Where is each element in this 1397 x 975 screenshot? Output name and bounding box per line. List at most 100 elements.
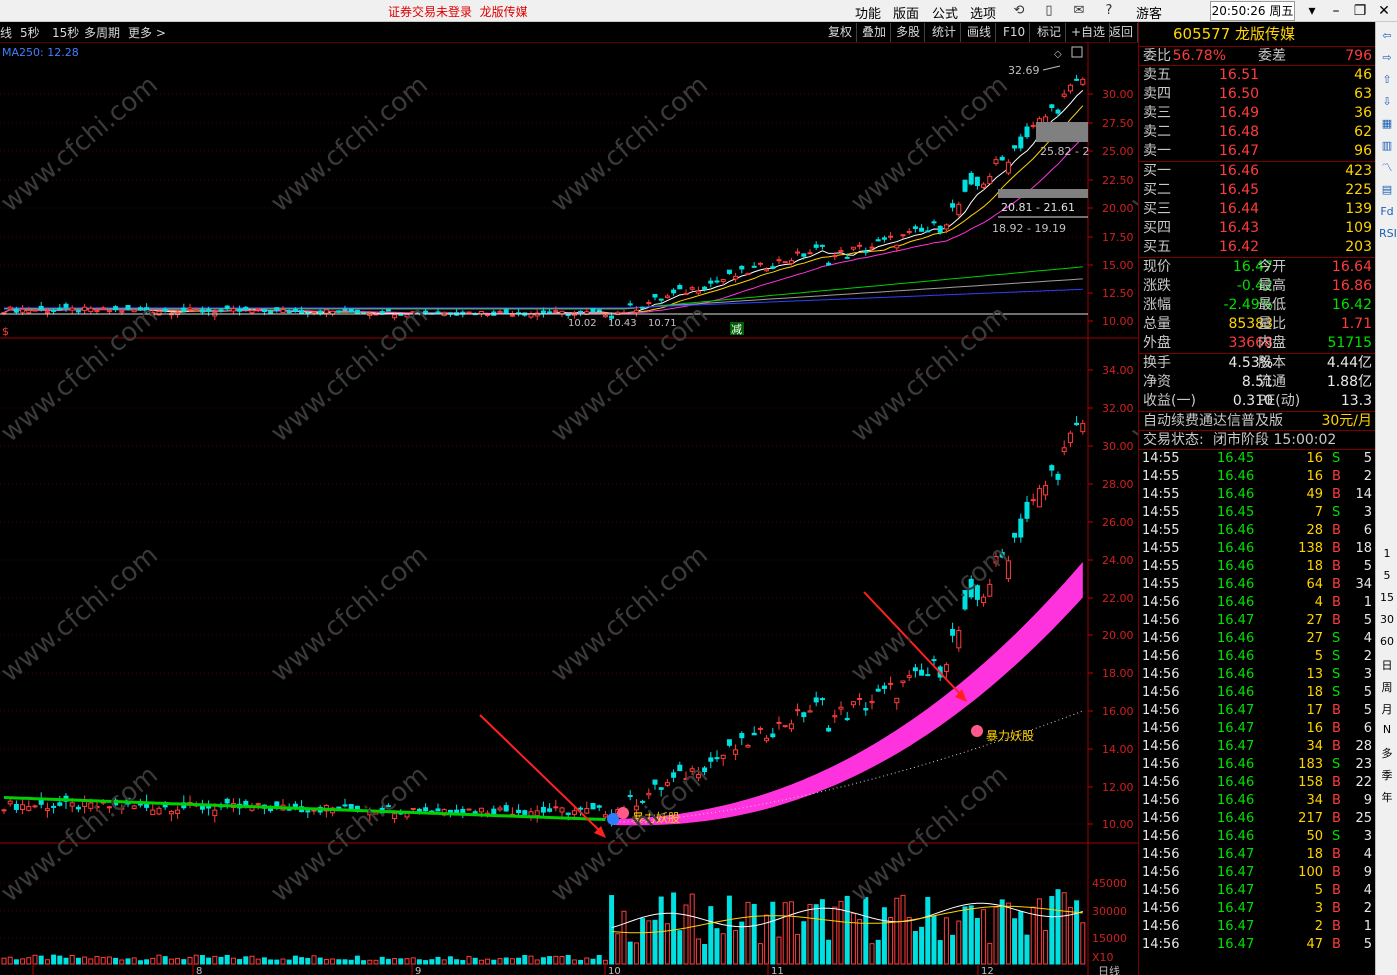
period-side-1[interactable]: 5 — [1376, 569, 1397, 582]
period-side-6[interactable]: 周 — [1376, 679, 1397, 695]
bar-chart-icon[interactable]: ▦ — [1379, 116, 1395, 132]
tick-price: 16.47 — [1217, 739, 1255, 754]
tool-draw[interactable]: 画线 — [963, 23, 997, 42]
tool-overlay[interactable]: 叠加 — [858, 23, 892, 42]
chart-svg[interactable]: MA250: 12.28 30.00 27.50 25.00 22.50 20.00 17… — [0, 43, 1294, 975]
tick-row[interactable]: 14:56 16.46 183 S 23 — [1139, 756, 1375, 774]
tool-f10[interactable]: F10 — [999, 23, 1031, 42]
tick-row[interactable]: 14:55 16.46 28 B 6 — [1139, 522, 1375, 540]
tick-row[interactable]: 14:56 16.46 27 S 4 — [1139, 630, 1375, 648]
tick-row[interactable]: 14:55 16.46 49 B 14 — [1139, 486, 1375, 504]
menu-formula[interactable]: 公式 — [932, 3, 958, 22]
phone-icon[interactable]: ▯ — [1040, 2, 1058, 20]
period-daily[interactable]: 线 — [0, 24, 12, 41]
mail-icon[interactable]: ✉ — [1070, 2, 1088, 20]
tick-row[interactable]: 14:56 16.46 50 S 3 — [1139, 828, 1375, 846]
period-5s[interactable]: 5秒 — [20, 24, 40, 41]
candle-icon[interactable]: ▥ — [1379, 138, 1395, 154]
volume-bar — [621, 910, 627, 965]
login-notice[interactable]: 证券交易未登录 龙版传媒 — [388, 3, 528, 20]
tick-row[interactable]: 14:56 16.47 16 B 6 — [1139, 720, 1375, 738]
fund-icon[interactable]: Fd — [1379, 204, 1395, 220]
period-multi[interactable]: 多周期 — [84, 24, 120, 41]
refresh-icon[interactable]: ⟲ — [1010, 2, 1028, 20]
help-icon[interactable]: ? — [1100, 2, 1118, 20]
menu-layout[interactable]: 版面 — [893, 3, 919, 22]
bid-row[interactable]: 买一 16.46 423 — [1139, 162, 1375, 181]
tool-mark[interactable]: 标记 — [1033, 23, 1067, 42]
ask-row[interactable]: 卖四 16.50 63 — [1139, 85, 1375, 104]
period-side-10[interactable]: 季 — [1376, 767, 1397, 783]
menu-options[interactable]: 选项 — [970, 3, 996, 22]
tick-row[interactable]: 14:56 16.47 18 B 4 — [1139, 846, 1375, 864]
dropdown-icon[interactable]: ▾ — [1302, 2, 1322, 20]
tick-row[interactable]: 14:56 16.47 27 B 5 — [1139, 612, 1375, 630]
candle-body — [838, 706, 844, 710]
period-side-2[interactable]: 15 — [1376, 591, 1397, 604]
tick-row[interactable]: 14:55 16.45 16 S 5 — [1139, 450, 1375, 468]
maximize-icon[interactable]: ❐ — [1350, 2, 1370, 20]
candle-body — [813, 697, 819, 703]
tick-list[interactable]: 14:55 16.45 16 S 5 14:55 16.46 16 B 2 14:55 16.46 49… — [1139, 450, 1375, 954]
line-chart-icon[interactable]: 〽 — [1379, 160, 1395, 176]
tick-row[interactable]: 14:56 16.47 17 B 5 — [1139, 702, 1375, 720]
panel-toggle-icon[interactable] — [1071, 46, 1083, 58]
tick-row[interactable]: 14:55 16.46 64 B 34 — [1139, 576, 1375, 594]
tick-row[interactable]: 14:56 16.46 4 B 1 — [1139, 594, 1375, 612]
period-side-5[interactable]: 日 — [1376, 657, 1397, 673]
diamond-icon[interactable]: ◇ — [1054, 49, 1062, 60]
arrow-left-icon[interactable]: ⇦ — [1379, 28, 1395, 44]
period-side-8[interactable]: N — [1376, 723, 1397, 736]
arrow-up-icon[interactable]: ⇧ — [1379, 72, 1395, 88]
tick-row[interactable]: 14:55 16.45 7 S 3 — [1139, 504, 1375, 522]
bid-row[interactable]: 买四 16.43 109 — [1139, 219, 1375, 238]
ask-row[interactable]: 卖五 16.51 46 — [1139, 66, 1375, 85]
tick-row[interactable]: 14:56 16.47 3 B 2 — [1139, 900, 1375, 918]
tick-row[interactable]: 14:56 16.47 100 B 9 — [1139, 864, 1375, 882]
menu-function[interactable]: 功能 — [855, 3, 881, 22]
tick-row[interactable]: 14:56 16.46 217 B 25 — [1139, 810, 1375, 828]
period-side-4[interactable]: 60 — [1376, 635, 1397, 648]
ask-row[interactable]: 卖二 16.48 62 — [1139, 123, 1375, 142]
tick-row[interactable]: 14:55 16.46 18 B 5 — [1139, 558, 1375, 576]
arrow-down-icon[interactable]: ⇩ — [1379, 94, 1395, 110]
period-side-7[interactable]: 月 — [1376, 701, 1397, 717]
tick-row[interactable]: 14:56 16.46 13 S 3 — [1139, 666, 1375, 684]
tool-add-watch[interactable]: +自选 — [1067, 23, 1111, 42]
tick-row[interactable]: 14:56 16.46 5 S 2 — [1139, 648, 1375, 666]
period-side-3[interactable]: 30 — [1376, 613, 1397, 626]
volume-bar — [38, 955, 44, 965]
tick-row[interactable]: 14:56 16.47 5 B 4 — [1139, 882, 1375, 900]
bid-row[interactable]: 买二 16.45 225 — [1139, 181, 1375, 200]
guest-label[interactable]: 游客 — [1136, 3, 1162, 22]
tick-row[interactable]: 14:56 16.46 158 B 22 — [1139, 774, 1375, 792]
ask-row[interactable]: 卖三 16.49 36 — [1139, 104, 1375, 123]
period-side-11[interactable]: 年 — [1376, 789, 1397, 805]
table-icon[interactable]: ▤ — [1379, 182, 1395, 198]
tool-multi-stock[interactable]: 多股 — [892, 23, 926, 42]
bid-row[interactable]: 买五 16.42 203 — [1139, 238, 1375, 257]
close-icon[interactable]: ✕ — [1374, 2, 1394, 20]
tick-row[interactable]: 14:56 16.46 34 B 9 — [1139, 792, 1375, 810]
rsi-icon[interactable]: RSI — [1379, 226, 1397, 242]
tick-row[interactable]: 14:56 16.47 34 B 28 — [1139, 738, 1375, 756]
tick-row[interactable]: 14:55 16.46 138 B 18 — [1139, 540, 1375, 558]
minimize-icon[interactable]: – — [1326, 2, 1346, 20]
tool-stats[interactable]: 统计 — [928, 23, 962, 42]
tick-row[interactable]: 14:56 16.47 47 B 5 — [1139, 936, 1375, 954]
tick-row[interactable]: 14:56 16.47 2 B 1 — [1139, 918, 1375, 936]
period-side-9[interactable]: 多 — [1376, 745, 1397, 761]
tool-back[interactable]: 返回 — [1105, 23, 1138, 42]
tick-row[interactable]: 14:56 16.46 18 S 5 — [1139, 684, 1375, 702]
bid-row[interactable]: 买三 16.44 139 — [1139, 200, 1375, 219]
stock-header[interactable]: 605577 龙版传媒 — [1139, 22, 1375, 47]
tick-row[interactable]: 14:55 16.46 16 B 2 — [1139, 468, 1375, 486]
period-side-0[interactable]: 1 — [1376, 547, 1397, 560]
arrow-right-icon[interactable]: ⇨ — [1379, 50, 1395, 66]
tool-adjust[interactable]: 复权 — [824, 23, 858, 42]
chart-area[interactable]: MA250: 12.28 30.00 27.50 25.00 22.50 20.00 17… — [0, 43, 1294, 975]
ask-row[interactable]: 卖一 16.47 96 — [1139, 142, 1375, 161]
period-more[interactable]: 更多 > — [128, 24, 166, 41]
promo-row[interactable]: 自动续费通达信普及版 30元/月 — [1139, 412, 1375, 431]
period-15s[interactable]: 15秒 — [52, 24, 79, 41]
